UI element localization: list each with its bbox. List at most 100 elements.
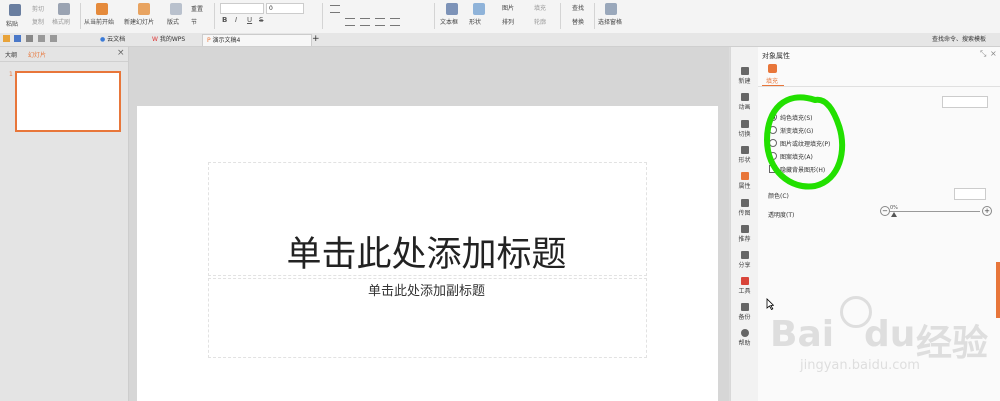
color-picker[interactable]	[954, 188, 986, 200]
save-icon[interactable]	[14, 35, 21, 42]
divider	[758, 86, 1000, 87]
tool-label: 动画	[738, 104, 751, 111]
from-current-button[interactable]: 从当前开始	[84, 2, 120, 30]
tab-outline[interactable]: 大纲	[5, 50, 17, 59]
strikethrough-button[interactable]: S	[259, 16, 263, 24]
tool-recommend[interactable]: 推荐	[731, 225, 758, 243]
transparency-slider[interactable]	[890, 211, 980, 212]
open-icon[interactable]	[3, 35, 10, 42]
shape-label: 形状	[469, 19, 482, 26]
watermark-url: jingyan.baidu.com	[800, 358, 920, 373]
transparency-label: 透明度(T)	[768, 212, 795, 219]
pin-icon[interactable]: ⤡	[980, 49, 986, 59]
decrease-button[interactable]: −	[880, 206, 890, 216]
tab-cloud-docs[interactable]: ● 云文档	[96, 34, 129, 45]
slide[interactable]: 单击此处添加标题 单击此处添加副标题	[137, 106, 718, 401]
tool-backup[interactable]: 备份	[731, 303, 758, 321]
tab-label: 演示文稿4	[212, 37, 241, 44]
new-slide-label: 新建幻灯片	[124, 19, 155, 26]
paste-button[interactable]: 粘贴	[4, 2, 28, 30]
tool-label: 分享	[738, 262, 751, 269]
paste-label: 粘贴	[6, 21, 19, 28]
tool-label: 传图	[738, 210, 751, 217]
tab-slides[interactable]: 幻灯片	[28, 50, 46, 59]
new-slide-icon	[138, 3, 150, 15]
cut-button[interactable]: 剪切	[32, 4, 44, 13]
clipboard-icon	[9, 4, 21, 16]
outline-button[interactable]: 轮廓	[534, 17, 546, 26]
replace-button[interactable]: 替换	[572, 17, 584, 26]
justify-icon[interactable]	[390, 18, 400, 26]
align-center-icon[interactable]	[360, 18, 370, 26]
layout-icon	[170, 3, 182, 15]
shape-button[interactable]: 形状	[469, 2, 489, 30]
align-left-icon[interactable]	[345, 18, 355, 26]
close-icon[interactable]: ×	[117, 48, 125, 58]
tool-help[interactable]: 帮助	[731, 329, 758, 347]
document-tab-bar: ● 云文档 W 我的WPS P 演示文稿4 + 查找命令、搜索模板	[0, 33, 1000, 47]
slide-number: 1	[9, 71, 13, 78]
cloud-icon: ●	[100, 36, 106, 43]
font-size-select[interactable]: 0	[266, 3, 304, 14]
watermark-brand-a: Bai	[770, 314, 835, 355]
arrange-button[interactable]: 排列	[502, 17, 514, 26]
textbox-button[interactable]: 文本框	[440, 2, 464, 30]
tool-label: 备份	[738, 314, 751, 321]
tab-presentation[interactable]: P 演示文稿4	[202, 34, 312, 46]
layout-button[interactable]: 版式	[166, 2, 186, 30]
shape-icon	[473, 3, 485, 15]
tool-animation[interactable]: 动画	[731, 93, 758, 111]
new-icon	[740, 67, 749, 75]
reset-button[interactable]: 重置	[191, 4, 203, 13]
underline-button[interactable]: U	[247, 16, 252, 24]
align-right-icon[interactable]	[375, 18, 385, 26]
textbox-icon	[446, 3, 458, 15]
tool-share[interactable]: 分享	[731, 251, 758, 269]
fill-button[interactable]: 填充	[534, 3, 546, 12]
tool-transition[interactable]: 切换	[731, 120, 758, 138]
bold-button[interactable]: B	[222, 16, 227, 24]
tool-label: 工具	[738, 288, 751, 295]
select-pane-button[interactable]: 选择窗格	[598, 2, 624, 30]
tool-properties[interactable]: 属性	[731, 172, 758, 190]
slides-pane-header: 大纲 幻灯片 ×	[0, 47, 128, 62]
tool-label: 帮助	[738, 340, 751, 347]
upload-image-icon	[740, 199, 749, 207]
slide-thumbnail[interactable]	[15, 71, 121, 132]
format-painter-button[interactable]: 格式刷	[52, 2, 76, 30]
close-icon[interactable]: ×	[990, 49, 997, 58]
undo-icon[interactable]	[38, 35, 45, 42]
tool-upload-image[interactable]: 传图	[731, 199, 758, 217]
slider-thumb[interactable]	[891, 212, 897, 217]
scroll-handle[interactable]	[996, 262, 1000, 318]
tool-label: 推荐	[738, 236, 751, 243]
slide-subtitle: 单击此处添加副标题	[367, 284, 485, 299]
redo-icon[interactable]	[50, 35, 57, 42]
fill-bucket-icon	[768, 64, 777, 73]
copy-button[interactable]: 复制	[32, 17, 44, 26]
print-icon[interactable]	[26, 35, 33, 42]
italic-button[interactable]: I	[235, 16, 237, 24]
increase-button[interactable]: +	[982, 206, 992, 216]
watermark: Bai du 经验 jingyan.baidu.com	[768, 296, 1000, 396]
new-slide-button[interactable]: 新建幻灯片	[124, 2, 164, 30]
tab-my-wps[interactable]: W 我的WPS	[148, 34, 189, 45]
tool-shape[interactable]: 形状	[731, 146, 758, 164]
tab-fill[interactable]: 填充	[766, 76, 778, 85]
properties-icon	[740, 172, 749, 180]
find-button[interactable]: 查找	[572, 3, 584, 12]
font-name-select[interactable]	[220, 3, 264, 14]
command-search[interactable]: 查找命令、搜索模板	[928, 34, 990, 45]
picture-button[interactable]: 图片	[502, 3, 514, 12]
bullets-icon[interactable]	[330, 5, 340, 13]
tool-tools[interactable]: 工具	[731, 277, 758, 295]
section-button[interactable]: 节	[191, 17, 197, 26]
new-tab-button[interactable]: +	[308, 34, 324, 45]
tab-label: 我的WPS	[159, 36, 186, 43]
divider	[594, 3, 595, 29]
wps-icon: W	[152, 36, 158, 43]
layout-label: 版式	[167, 19, 180, 26]
tool-new[interactable]: 新建	[731, 67, 758, 85]
brush-icon	[58, 3, 70, 15]
fill-preview-box[interactable]	[942, 96, 988, 108]
